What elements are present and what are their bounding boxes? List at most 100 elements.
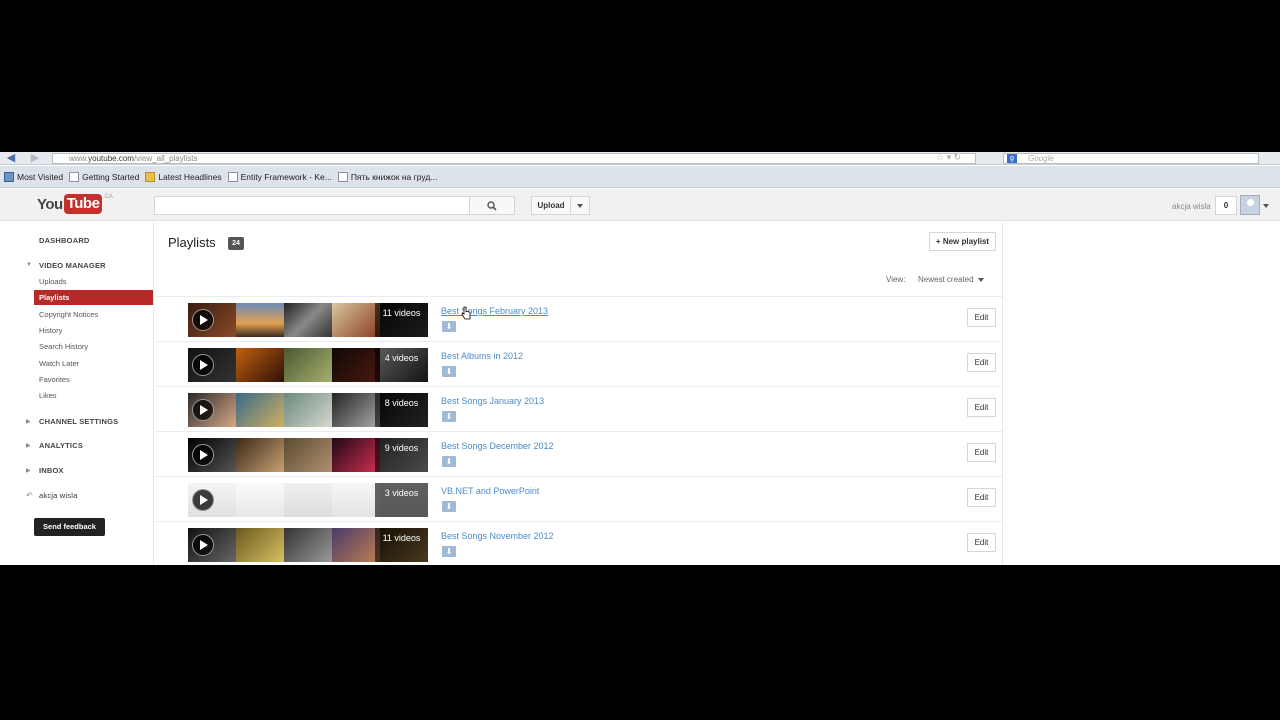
- sidebar-channel-settings[interactable]: CHANNEL SETTINGS: [39, 417, 118, 426]
- username[interactable]: akcja wisla: [1172, 202, 1211, 211]
- download-icon[interactable]: ⬇: [442, 411, 456, 422]
- sidebar-item-history[interactable]: History: [34, 323, 153, 338]
- notification-count[interactable]: 0: [1215, 196, 1237, 215]
- logo-you: You: [37, 196, 63, 213]
- sort-select[interactable]: Newest created: [918, 273, 984, 286]
- most-visited-icon: [4, 171, 14, 182]
- send-feedback-button[interactable]: Send feedback: [34, 518, 105, 536]
- sort-value: Newest created: [918, 275, 974, 284]
- youtube-logo[interactable]: You Tube CA: [37, 194, 113, 216]
- bookmark-latest-headlines[interactable]: Latest Headlines: [145, 171, 222, 182]
- download-icon[interactable]: ⬇: [442, 456, 456, 467]
- edit-button[interactable]: Edit: [967, 308, 996, 327]
- main-content: Playlists 24 + New playlist View: Newest…: [155, 222, 1003, 565]
- edit-button[interactable]: Edit: [967, 398, 996, 417]
- sidebar-item-watch-later[interactable]: Watch Later: [34, 356, 153, 371]
- sidebar-analytics[interactable]: ANALYTICS: [39, 441, 83, 450]
- url-domain: youtube.com: [88, 154, 134, 163]
- play-all-icon[interactable]: [192, 444, 214, 466]
- bookmarks-bar: Most Visited Getting Started Latest Head…: [0, 166, 1280, 188]
- playlist-count-badge: 24: [228, 237, 244, 250]
- browser-window: ◀ ▶ www.youtube.com/view_all_playlists ☆…: [0, 152, 1280, 565]
- video-count: 4 videos: [375, 348, 428, 382]
- play-all-icon[interactable]: [192, 354, 214, 376]
- search-button[interactable]: [469, 196, 515, 215]
- expand-arrow-icon[interactable]: ▼: [26, 262, 32, 268]
- playlist-title-link[interactable]: Best Songs December 2012: [441, 441, 554, 451]
- bookmark-label: Пять книжок на груд...: [350, 171, 438, 182]
- bookmark-label: Most Visited: [17, 171, 64, 182]
- sidebar-item-search-history[interactable]: Search History: [34, 339, 153, 354]
- sidebar-item-favorites[interactable]: Favorites: [34, 372, 153, 387]
- expand-arrow-icon[interactable]: ▶: [26, 442, 31, 449]
- playlist-row: 3 videos VB.NET and PowerPoint ⬇ Edit: [155, 476, 1002, 521]
- playlist-row: 4 videos Best Albums in 2012 ⬇ Edit: [155, 341, 1002, 386]
- search-icon: [487, 200, 497, 211]
- back-arrow-icon[interactable]: ◀: [4, 152, 18, 164]
- bookmark-label: Entity Framework - Ke...: [240, 171, 332, 182]
- edit-button[interactable]: Edit: [967, 533, 996, 552]
- sidebar: DASHBOARD ▼ VIDEO MANAGER Uploads Playli…: [0, 222, 154, 565]
- bookmark-label: Getting Started: [82, 171, 140, 182]
- playlist-title-link[interactable]: Best Albums in 2012: [441, 351, 523, 361]
- google-engine-icon[interactable]: g: [1007, 154, 1017, 163]
- chevron-down-icon: [577, 203, 583, 208]
- video-count: 8 videos: [375, 393, 428, 427]
- playlist-title-link[interactable]: Best Songs January 2013: [441, 396, 544, 406]
- sidebar-item-copyright-notices[interactable]: Copyright Notices: [34, 307, 153, 322]
- edit-button[interactable]: Edit: [967, 353, 996, 372]
- browser-search-placeholder: Google: [1028, 154, 1054, 163]
- play-all-icon[interactable]: [192, 309, 214, 331]
- new-playlist-button[interactable]: + New playlist: [929, 232, 996, 251]
- play-all-icon[interactable]: [192, 399, 214, 421]
- url-field[interactable]: www.youtube.com/view_all_playlists: [52, 153, 976, 164]
- hand-cursor-icon: [461, 306, 471, 320]
- browser-search-field[interactable]: g Google: [1003, 153, 1259, 164]
- bookmark-books[interactable]: Пять книжок на груд...: [337, 171, 438, 182]
- playlist-title-link[interactable]: Best Songs February 2013: [441, 306, 548, 316]
- playlist-row: 11 videos Best Songs February 2013 ⬇ Edi…: [155, 296, 1002, 341]
- bookmark-label: Latest Headlines: [158, 171, 222, 182]
- sidebar-item-likes[interactable]: Likes: [34, 388, 153, 403]
- avatar[interactable]: [1240, 195, 1260, 215]
- bookmark-most-visited[interactable]: Most Visited: [4, 171, 64, 182]
- sidebar-user-link[interactable]: akcja wisla: [39, 491, 77, 500]
- download-icon[interactable]: ⬇: [442, 321, 456, 332]
- playlist-row: 9 videos Best Songs December 2012 ⬇ Edit: [155, 431, 1002, 476]
- logo-region: CA: [104, 194, 113, 200]
- play-all-icon[interactable]: [192, 489, 214, 511]
- bookmark-star-icon[interactable]: ☆ ▾ ↻: [936, 152, 961, 163]
- upload-menu-button[interactable]: [570, 196, 590, 215]
- youtube-header: You Tube CA Upload akcja wisla 0: [0, 189, 1280, 221]
- page-icon: [69, 171, 80, 182]
- video-count: 9 videos: [375, 438, 428, 472]
- bookmark-entity-framework[interactable]: Entity Framework - Ke...: [227, 171, 332, 182]
- expand-arrow-icon[interactable]: ▶: [26, 418, 31, 425]
- forward-arrow-icon[interactable]: ▶: [28, 152, 42, 164]
- play-all-icon[interactable]: [192, 534, 214, 556]
- url-prefix: www.: [69, 154, 89, 163]
- search-input[interactable]: [154, 196, 470, 215]
- sidebar-item-uploads[interactable]: Uploads: [34, 274, 153, 289]
- edit-button[interactable]: Edit: [967, 488, 996, 507]
- download-icon[interactable]: ⬇: [442, 366, 456, 377]
- video-count: 11 videos: [375, 528, 428, 562]
- sidebar-inbox[interactable]: INBOX: [39, 466, 64, 475]
- playlist-title-link[interactable]: Best Songs November 2012: [441, 531, 554, 541]
- expand-arrow-icon[interactable]: ▶: [26, 467, 31, 474]
- page-title: Playlists: [168, 235, 216, 250]
- upload-button[interactable]: Upload: [531, 196, 571, 215]
- download-icon[interactable]: ⬇: [442, 546, 456, 557]
- sidebar-dashboard[interactable]: DASHBOARD: [39, 236, 90, 245]
- playlist-row: 8 videos Best Songs January 2013 ⬇ Edit: [155, 386, 1002, 431]
- bookmark-getting-started[interactable]: Getting Started: [69, 171, 140, 182]
- video-count: 11 videos: [375, 303, 428, 337]
- sidebar-video-manager[interactable]: VIDEO MANAGER: [39, 261, 106, 270]
- playlist-title-link[interactable]: VB.NET and PowerPoint: [441, 486, 539, 496]
- download-icon[interactable]: ⬇: [442, 501, 456, 512]
- url-path: /view_all_playlists: [133, 154, 198, 163]
- sidebar-item-playlists[interactable]: Playlists: [34, 290, 153, 305]
- edit-button[interactable]: Edit: [967, 443, 996, 462]
- chevron-down-icon[interactable]: [1263, 204, 1269, 208]
- back-arrow-icon[interactable]: ↶: [26, 491, 33, 500]
